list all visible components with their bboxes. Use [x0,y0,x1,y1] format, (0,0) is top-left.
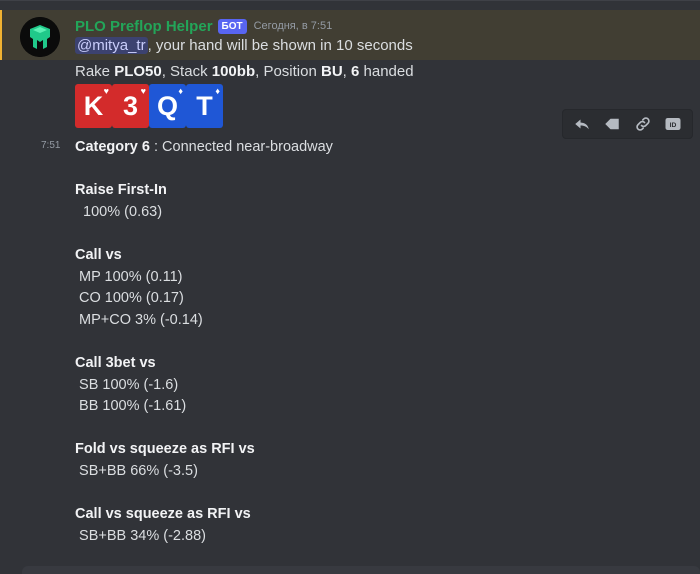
card-queen-diamonds: Q ♦ [149,84,186,128]
call-3bet-bb: BB 100% (-1.61) [75,398,187,415]
message-input-bar[interactable] [22,566,700,574]
user-mention[interactable]: @mitya_tr [75,37,148,54]
call-vs-co: CO 100% (0.17) [75,290,184,307]
logo-icon [20,17,60,57]
forward-button[interactable] [601,113,623,135]
bot-badge: БОТ [217,18,247,34]
table-info-line: Rake PLO50, Stack 100bb, Position BU, 6 … [75,63,414,80]
forward-icon [605,118,620,130]
rfi-header: Raise First-In [75,182,167,199]
heart-suit-icon: ♥ [140,86,146,96]
card-rank: T [196,90,213,121]
diamond-suit-icon: ♦ [215,86,220,96]
message-timestamp[interactable]: Сегодня, в 7:51 [254,20,333,32]
hand-cards: K ♥ 3 ♥ Q ♦ T ♦ [75,84,223,128]
card-three-hearts: 3 ♥ [112,84,149,128]
reply-button[interactable] [571,113,593,135]
call-3bet-sb: SB 100% (-1.6) [75,376,179,393]
reply-icon [575,119,589,130]
message-mention-line: @mitya_tr, your hand will be shown in 10… [75,37,413,54]
card-king-hearts: K ♥ [75,84,112,128]
card-ten-diamonds: T ♦ [186,84,223,128]
card-rank: K [83,90,104,121]
handed-label: handed [359,63,414,80]
svg-text:ID: ID [670,122,677,129]
heart-suit-icon: ♥ [103,86,109,96]
message-header: PLO Preflop Helper БОТ Сегодня, в 7:51 [75,16,332,36]
fold-squeeze-sb-bb: SB+BB 66% (-3.5) [75,462,198,479]
category-line: Category 6 : Connected near-broadway [75,137,333,159]
diamond-suit-icon: ♦ [178,86,183,96]
rake-label: Rake [75,63,115,80]
link-icon [635,117,650,131]
call-vs-mp-co: MP+CO 3% (-0.14) [75,311,203,328]
call-squeeze-header: Call vs squeeze as RFI vs [75,506,251,523]
rfi-value: 100% (0.63) [75,203,163,220]
call-vs-header: Call vs [75,246,122,263]
bot-username[interactable]: PLO Preflop Helper [75,18,213,35]
card-rank: 3 [122,90,139,121]
mention-message-text: , your hand will be shown in 10 seconds [147,37,413,54]
category-text: : Connected near-broadway [149,139,333,155]
position-label: , Position [255,63,321,80]
call-squeeze-sb-bb: SB+BB 34% (-2.88) [75,527,206,544]
fold-squeeze-header: Fold vs squeeze as RFI vs [75,441,255,458]
category-label: Category 6 [75,139,150,155]
id-icon: ID [665,118,681,130]
message-side-timestamp: 7:51 [41,140,61,151]
top-divider [0,0,700,1]
bot-avatar[interactable] [20,17,60,57]
stack-value: 100bb [211,63,256,80]
copy-id-button[interactable]: ID [662,113,684,135]
message-actions-toolbar: ID [562,109,693,139]
message-content: Category 6 : Connected near-broadway Rai… [75,137,333,547]
call-vs-mp: MP 100% (0.11) [75,268,183,285]
call-3bet-header: Call 3bet vs [75,354,156,371]
rake-value: PLO50 [114,63,162,80]
stack-label: , Stack [161,63,212,80]
separator: , [342,63,351,80]
card-rank: Q [156,90,178,121]
copy-link-button[interactable] [632,113,654,135]
position-value: BU [320,63,343,80]
